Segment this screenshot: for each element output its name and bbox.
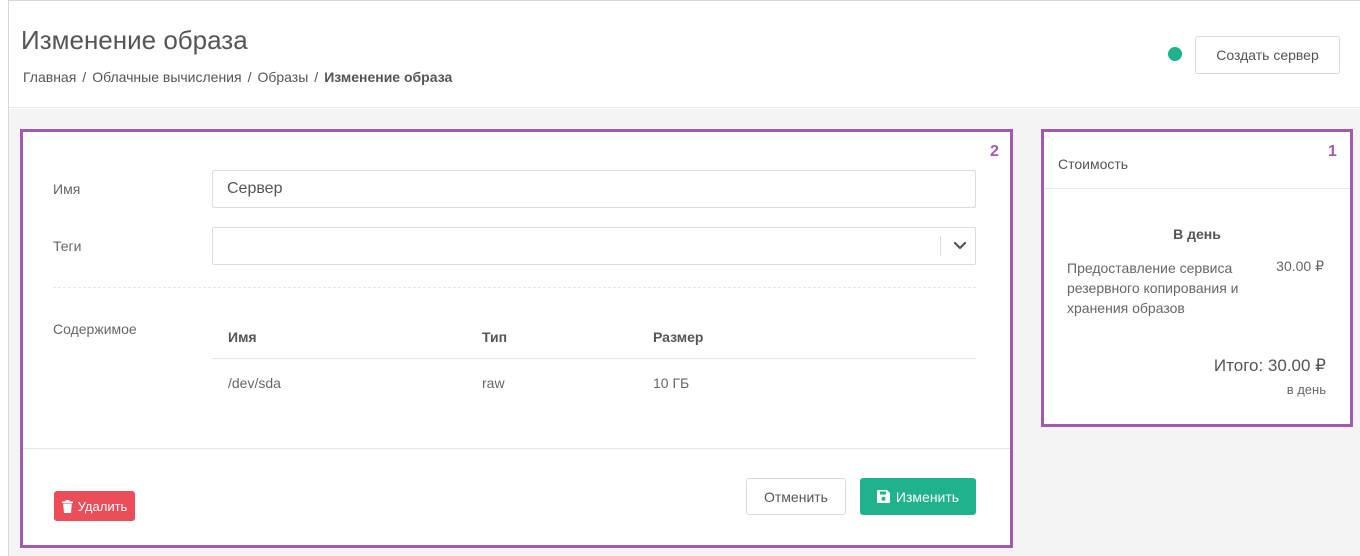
trash-icon [61, 499, 73, 513]
page-header: Изменение образа Главная / Облачные вычисл… [9, 1, 1360, 108]
form-footer-divider [23, 448, 1010, 449]
breadcrumb-separator: / [314, 69, 319, 85]
total-period: в день [1286, 382, 1326, 397]
name-input[interactable]: Сервер [212, 170, 976, 208]
select-divider [940, 236, 941, 256]
status-dot-icon [1168, 47, 1182, 61]
page-title: Изменение образа [21, 25, 248, 55]
breadcrumb-item-images[interactable]: Образы [257, 69, 308, 85]
contents-label: Содержимое [53, 321, 137, 337]
image-edit-form: 2 Имя Сервер Теги Содержимое Имя Тип Раз… [20, 129, 1013, 548]
delete-button-label: Удалить [77, 498, 128, 514]
table-header-divider [212, 358, 976, 359]
panel-number: 2 [990, 143, 999, 160]
column-header-size: Размер [653, 329, 704, 345]
column-header-name: Имя [228, 329, 257, 345]
cost-title: Стоимость [1058, 156, 1129, 172]
name-label: Имя [53, 181, 81, 197]
breadcrumb: Главная / Облачные вычисления / Образы / Измен… [23, 69, 452, 85]
cost-period: В день [1173, 226, 1221, 242]
breadcrumb-item-current: Изменение образа [324, 69, 453, 85]
cost-header-divider [1044, 188, 1350, 189]
cell-disk-name: /dev/sda [228, 375, 281, 391]
panel-number: 1 [1328, 143, 1337, 160]
save-icon [876, 490, 890, 503]
service-name: Предоставление сервиса резервного копиро… [1067, 260, 1239, 316]
tags-select[interactable] [212, 227, 976, 265]
save-button-label: Изменить [895, 488, 960, 505]
breadcrumb-separator: / [247, 69, 252, 85]
cell-disk-type: raw [482, 375, 505, 391]
cancel-button[interactable]: Отменить [746, 478, 846, 515]
section-divider [53, 287, 976, 288]
breadcrumb-separator: / [82, 69, 87, 85]
delete-button[interactable]: Удалить [54, 491, 135, 521]
chevron-down-icon[interactable] [950, 236, 970, 256]
create-server-button[interactable]: Создать сервер [1195, 36, 1340, 74]
total-cost: Итого: 30.00 ₽ [1213, 356, 1326, 375]
cell-disk-size: 10 ГБ [653, 375, 690, 391]
save-button[interactable]: Изменить [860, 478, 976, 515]
page: Изменение образа Главная / Облачные вычисл… [0, 0, 1360, 556]
tags-label: Теги [53, 238, 82, 254]
cost-panel: 1 Стоимость В день Предоставление сервис… [1041, 129, 1353, 427]
service-price: 30.00 ₽ [1276, 258, 1324, 274]
breadcrumb-item-cloud[interactable]: Облачные вычисления [92, 69, 241, 85]
column-header-type: Тип [482, 329, 508, 345]
breadcrumb-item-home[interactable]: Главная [23, 69, 76, 85]
